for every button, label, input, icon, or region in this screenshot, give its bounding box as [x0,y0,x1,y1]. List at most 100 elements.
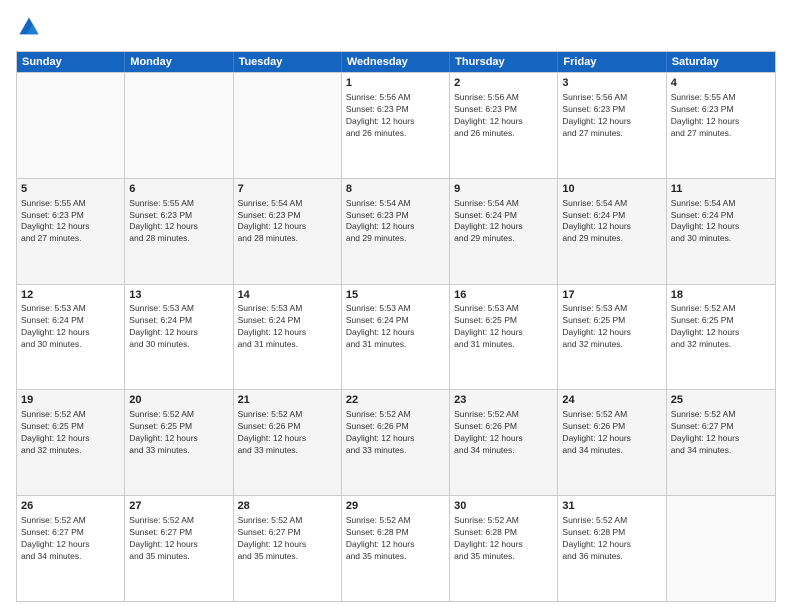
cal-cell: 28Sunrise: 5:52 AM Sunset: 6:27 PM Dayli… [234,496,342,601]
cell-info: Sunrise: 5:55 AM Sunset: 6:23 PM Dayligh… [671,92,771,140]
day-number: 12 [21,288,120,303]
calendar: Sunday Monday Tuesday Wednesday Thursday… [16,51,776,602]
cal-cell: 15Sunrise: 5:53 AM Sunset: 6:24 PM Dayli… [342,285,450,390]
day-number: 7 [238,182,337,197]
cell-info: Sunrise: 5:52 AM Sunset: 6:26 PM Dayligh… [346,409,445,457]
day-number: 28 [238,499,337,514]
day-number: 26 [21,499,120,514]
cal-cell: 19Sunrise: 5:52 AM Sunset: 6:25 PM Dayli… [17,390,125,495]
cal-cell: 7Sunrise: 5:54 AM Sunset: 6:23 PM Daylig… [234,179,342,284]
cal-cell: 23Sunrise: 5:52 AM Sunset: 6:26 PM Dayli… [450,390,558,495]
cell-info: Sunrise: 5:56 AM Sunset: 6:23 PM Dayligh… [562,92,661,140]
cal-cell: 27Sunrise: 5:52 AM Sunset: 6:27 PM Dayli… [125,496,233,601]
day-number: 30 [454,499,553,514]
week-row-5: 26Sunrise: 5:52 AM Sunset: 6:27 PM Dayli… [17,495,775,601]
cell-info: Sunrise: 5:56 AM Sunset: 6:23 PM Dayligh… [346,92,445,140]
cal-cell: 12Sunrise: 5:53 AM Sunset: 6:24 PM Dayli… [17,285,125,390]
header [16,16,776,43]
cal-cell: 22Sunrise: 5:52 AM Sunset: 6:26 PM Dayli… [342,390,450,495]
cell-info: Sunrise: 5:52 AM Sunset: 6:26 PM Dayligh… [454,409,553,457]
cell-info: Sunrise: 5:54 AM Sunset: 6:24 PM Dayligh… [454,198,553,246]
cell-info: Sunrise: 5:52 AM Sunset: 6:28 PM Dayligh… [562,515,661,563]
day-number: 24 [562,393,661,408]
col-sat: Saturday [667,52,775,72]
day-number: 22 [346,393,445,408]
cell-info: Sunrise: 5:54 AM Sunset: 6:23 PM Dayligh… [238,198,337,246]
week-row-3: 12Sunrise: 5:53 AM Sunset: 6:24 PM Dayli… [17,284,775,390]
cal-cell: 4Sunrise: 5:55 AM Sunset: 6:23 PM Daylig… [667,73,775,178]
day-number: 9 [454,182,553,197]
cell-info: Sunrise: 5:52 AM Sunset: 6:26 PM Dayligh… [562,409,661,457]
week-row-1: 1Sunrise: 5:56 AM Sunset: 6:23 PM Daylig… [17,72,775,178]
cell-info: Sunrise: 5:52 AM Sunset: 6:27 PM Dayligh… [21,515,120,563]
cal-cell [17,73,125,178]
cal-cell: 13Sunrise: 5:53 AM Sunset: 6:24 PM Dayli… [125,285,233,390]
cell-info: Sunrise: 5:54 AM Sunset: 6:23 PM Dayligh… [346,198,445,246]
cell-info: Sunrise: 5:52 AM Sunset: 6:27 PM Dayligh… [129,515,228,563]
col-sun: Sunday [17,52,125,72]
cal-cell: 29Sunrise: 5:52 AM Sunset: 6:28 PM Dayli… [342,496,450,601]
cell-info: Sunrise: 5:53 AM Sunset: 6:24 PM Dayligh… [346,303,445,351]
day-number: 1 [346,76,445,91]
cell-info: Sunrise: 5:53 AM Sunset: 6:25 PM Dayligh… [562,303,661,351]
day-number: 15 [346,288,445,303]
cal-cell: 9Sunrise: 5:54 AM Sunset: 6:24 PM Daylig… [450,179,558,284]
cal-cell: 21Sunrise: 5:52 AM Sunset: 6:26 PM Dayli… [234,390,342,495]
cal-cell: 20Sunrise: 5:52 AM Sunset: 6:25 PM Dayli… [125,390,233,495]
day-number: 5 [21,182,120,197]
col-fri: Friday [558,52,666,72]
week-row-4: 19Sunrise: 5:52 AM Sunset: 6:25 PM Dayli… [17,389,775,495]
cell-info: Sunrise: 5:52 AM Sunset: 6:25 PM Dayligh… [671,303,771,351]
day-number: 14 [238,288,337,303]
day-number: 13 [129,288,228,303]
cal-cell: 18Sunrise: 5:52 AM Sunset: 6:25 PM Dayli… [667,285,775,390]
cell-info: Sunrise: 5:56 AM Sunset: 6:23 PM Dayligh… [454,92,553,140]
col-wed: Wednesday [342,52,450,72]
cal-cell: 6Sunrise: 5:55 AM Sunset: 6:23 PM Daylig… [125,179,233,284]
cal-cell: 5Sunrise: 5:55 AM Sunset: 6:23 PM Daylig… [17,179,125,284]
day-number: 8 [346,182,445,197]
cal-cell: 16Sunrise: 5:53 AM Sunset: 6:25 PM Dayli… [450,285,558,390]
day-number: 27 [129,499,228,514]
cal-cell: 31Sunrise: 5:52 AM Sunset: 6:28 PM Dayli… [558,496,666,601]
cal-cell: 1Sunrise: 5:56 AM Sunset: 6:23 PM Daylig… [342,73,450,178]
day-number: 6 [129,182,228,197]
cal-cell: 14Sunrise: 5:53 AM Sunset: 6:24 PM Dayli… [234,285,342,390]
cell-info: Sunrise: 5:52 AM Sunset: 6:27 PM Dayligh… [671,409,771,457]
cal-cell [125,73,233,178]
week-row-2: 5Sunrise: 5:55 AM Sunset: 6:23 PM Daylig… [17,178,775,284]
page: Sunday Monday Tuesday Wednesday Thursday… [0,0,792,612]
cal-cell: 26Sunrise: 5:52 AM Sunset: 6:27 PM Dayli… [17,496,125,601]
col-mon: Monday [125,52,233,72]
cal-cell: 11Sunrise: 5:54 AM Sunset: 6:24 PM Dayli… [667,179,775,284]
day-number: 20 [129,393,228,408]
cal-cell: 10Sunrise: 5:54 AM Sunset: 6:24 PM Dayli… [558,179,666,284]
day-number: 17 [562,288,661,303]
cell-info: Sunrise: 5:52 AM Sunset: 6:27 PM Dayligh… [238,515,337,563]
day-number: 2 [454,76,553,91]
day-number: 21 [238,393,337,408]
cal-cell: 30Sunrise: 5:52 AM Sunset: 6:28 PM Dayli… [450,496,558,601]
cell-info: Sunrise: 5:53 AM Sunset: 6:24 PM Dayligh… [129,303,228,351]
cal-cell [667,496,775,601]
day-number: 23 [454,393,553,408]
day-number: 18 [671,288,771,303]
calendar-header: Sunday Monday Tuesday Wednesday Thursday… [17,52,775,72]
cell-info: Sunrise: 5:53 AM Sunset: 6:24 PM Dayligh… [238,303,337,351]
cell-info: Sunrise: 5:55 AM Sunset: 6:23 PM Dayligh… [21,198,120,246]
cell-info: Sunrise: 5:52 AM Sunset: 6:26 PM Dayligh… [238,409,337,457]
cal-cell: 25Sunrise: 5:52 AM Sunset: 6:27 PM Dayli… [667,390,775,495]
cell-info: Sunrise: 5:52 AM Sunset: 6:28 PM Dayligh… [454,515,553,563]
day-number: 10 [562,182,661,197]
cal-cell: 17Sunrise: 5:53 AM Sunset: 6:25 PM Dayli… [558,285,666,390]
col-tue: Tuesday [234,52,342,72]
logo-icon [18,16,40,38]
cal-cell: 3Sunrise: 5:56 AM Sunset: 6:23 PM Daylig… [558,73,666,178]
cell-info: Sunrise: 5:55 AM Sunset: 6:23 PM Dayligh… [129,198,228,246]
cal-cell: 8Sunrise: 5:54 AM Sunset: 6:23 PM Daylig… [342,179,450,284]
cell-info: Sunrise: 5:54 AM Sunset: 6:24 PM Dayligh… [671,198,771,246]
calendar-body: 1Sunrise: 5:56 AM Sunset: 6:23 PM Daylig… [17,72,775,601]
cell-info: Sunrise: 5:52 AM Sunset: 6:28 PM Dayligh… [346,515,445,563]
logo [16,16,44,43]
cell-info: Sunrise: 5:53 AM Sunset: 6:24 PM Dayligh… [21,303,120,351]
